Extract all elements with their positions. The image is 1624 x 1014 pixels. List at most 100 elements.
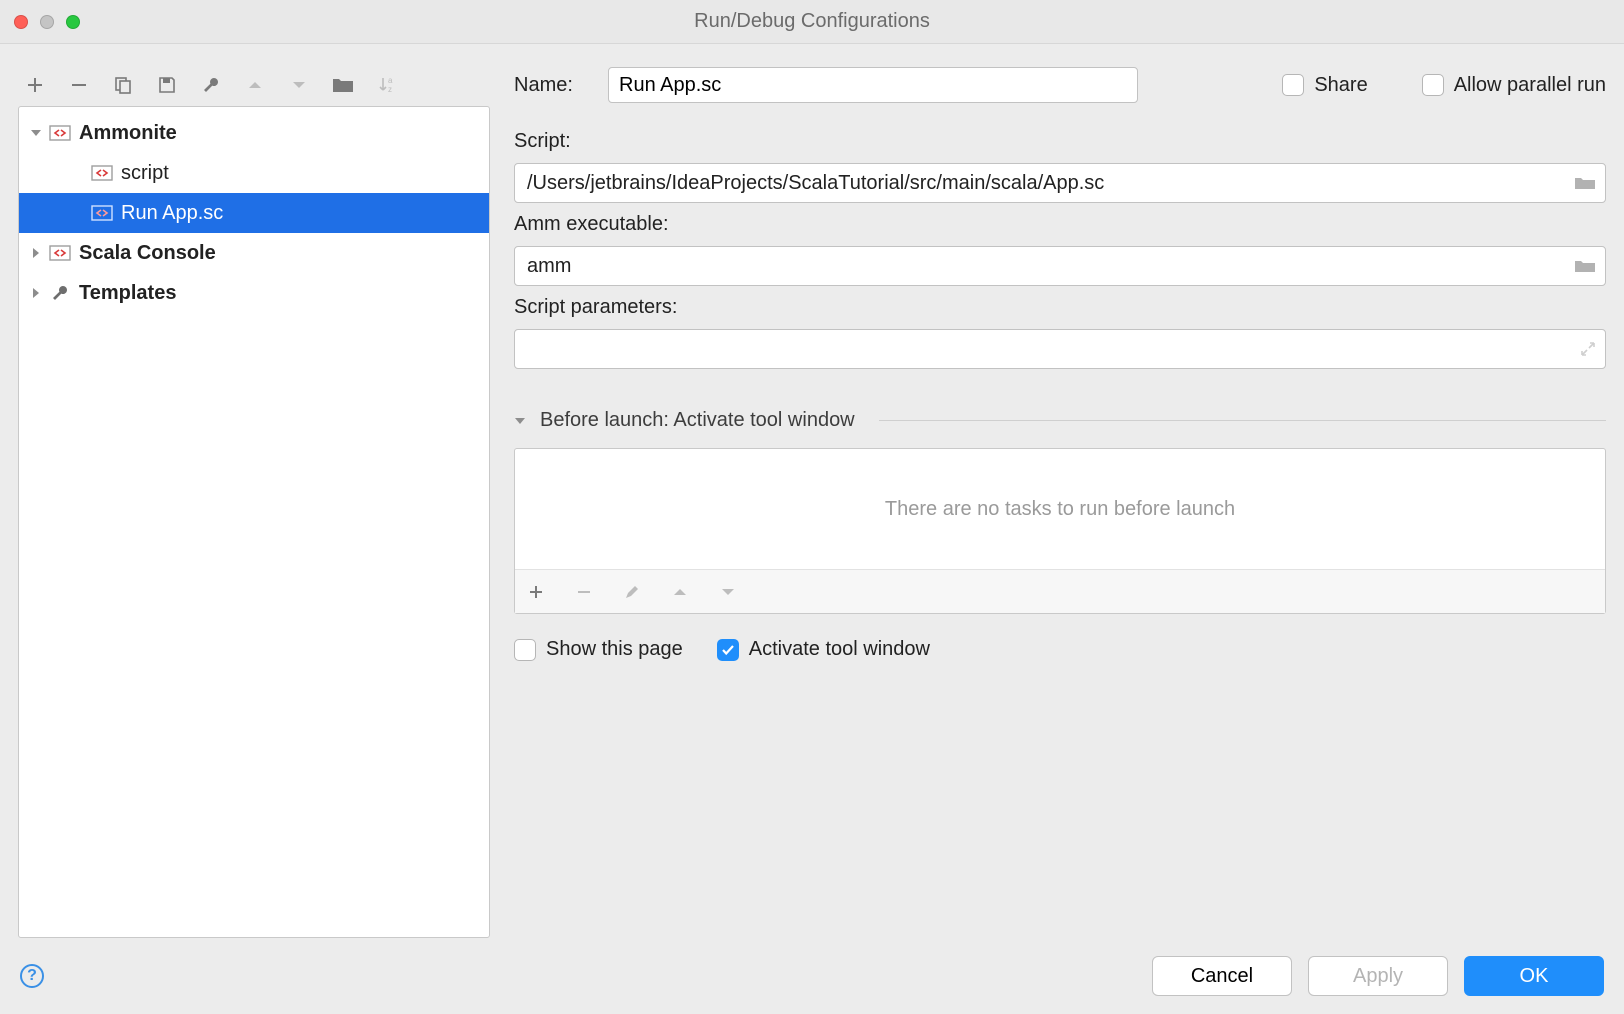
window-minimize-button[interactable] xyxy=(40,15,54,29)
tree-group-templates[interactable]: Templates xyxy=(19,273,489,313)
dialog-footer: ? Cancel Apply OK xyxy=(0,938,1624,1014)
window-close-button[interactable] xyxy=(14,15,28,29)
cancel-button[interactable]: Cancel xyxy=(1152,956,1292,996)
tree-node-label: script xyxy=(121,162,169,185)
collapse-icon xyxy=(514,415,526,427)
before-launch-title: Before launch: Activate tool window xyxy=(540,409,855,432)
tree-node-label: Run App.sc xyxy=(121,202,223,225)
wrench-icon xyxy=(49,284,71,302)
folder-open-icon xyxy=(1574,175,1596,191)
script-input[interactable] xyxy=(514,163,1606,203)
move-down-button[interactable] xyxy=(288,74,310,96)
tree-node-label: Ammonite xyxy=(79,122,177,145)
config-icon xyxy=(49,244,71,262)
show-page-label: Show this page xyxy=(546,638,683,661)
window-zoom-button[interactable] xyxy=(66,15,80,29)
wrench-icon xyxy=(201,75,221,95)
tree-node-label: Scala Console xyxy=(79,242,216,265)
chevron-up-icon xyxy=(673,585,687,599)
folder-icon xyxy=(332,76,354,94)
name-input[interactable] xyxy=(608,67,1138,103)
add-config-button[interactable] xyxy=(24,74,46,96)
check-icon xyxy=(721,643,735,657)
tree-group-scala-console[interactable]: Scala Console xyxy=(19,233,489,273)
divider xyxy=(879,420,1606,421)
chevron-down-icon xyxy=(291,77,307,93)
save-config-button[interactable] xyxy=(156,74,178,96)
name-label: Name: xyxy=(514,74,590,97)
titlebar: Run/Debug Configurations xyxy=(0,0,1624,44)
minus-icon xyxy=(70,76,88,94)
config-editor: Name: Share Allow parallel run Script: A… xyxy=(514,64,1606,938)
params-input[interactable] xyxy=(514,329,1606,369)
edit-task-button[interactable] xyxy=(621,581,643,603)
remove-task-button[interactable] xyxy=(573,581,595,603)
tasks-toolbar xyxy=(515,569,1605,613)
chevron-down-icon xyxy=(721,585,735,599)
folder-open-icon xyxy=(1574,258,1596,274)
parallel-label: Allow parallel run xyxy=(1454,74,1606,97)
parallel-checkbox-row[interactable]: Allow parallel run xyxy=(1422,74,1606,97)
save-icon xyxy=(157,75,177,95)
parallel-checkbox[interactable] xyxy=(1422,74,1444,96)
left-panel: az Ammonite script Run App.sc Scala Cons… xyxy=(18,64,490,938)
plus-icon xyxy=(528,584,544,600)
activate-window-row[interactable]: Activate tool window xyxy=(717,638,930,661)
browse-script-button[interactable] xyxy=(1574,175,1596,191)
configurations-tree[interactable]: Ammonite script Run App.sc Scala Console… xyxy=(18,106,490,938)
window-controls xyxy=(14,15,80,29)
help-button[interactable]: ? xyxy=(20,964,44,988)
show-page-row[interactable]: Show this page xyxy=(514,638,683,661)
amm-input[interactable] xyxy=(514,246,1606,286)
config-icon xyxy=(91,204,113,222)
activate-window-label: Activate tool window xyxy=(749,638,930,661)
remove-config-button[interactable] xyxy=(68,74,90,96)
edit-defaults-button[interactable] xyxy=(200,74,222,96)
copy-config-button[interactable] xyxy=(112,74,134,96)
svg-text:z: z xyxy=(388,85,392,94)
chevron-up-icon xyxy=(247,77,263,93)
config-form: Script: Amm executable: Script parameter… xyxy=(514,130,1606,369)
move-up-button[interactable] xyxy=(244,74,266,96)
launch-options: Show this page Activate tool window xyxy=(514,638,1606,661)
pencil-icon xyxy=(624,584,640,600)
tasks-empty-text: There are no tasks to run before launch xyxy=(515,449,1605,569)
minus-icon xyxy=(576,584,592,600)
share-checkbox-row[interactable]: Share xyxy=(1282,74,1367,97)
collapse-icon xyxy=(29,246,43,260)
script-label: Script: xyxy=(514,130,1606,153)
svg-text:a: a xyxy=(388,76,393,85)
tree-node-label: Templates xyxy=(79,282,176,305)
ok-button[interactable]: OK xyxy=(1464,956,1604,996)
plus-icon xyxy=(26,76,44,94)
copy-icon xyxy=(113,75,133,95)
params-label: Script parameters: xyxy=(514,296,1606,319)
tree-item-run-app[interactable]: Run App.sc xyxy=(19,193,489,233)
collapse-icon xyxy=(29,286,43,300)
config-toolbar: az xyxy=(18,64,490,106)
share-label: Share xyxy=(1314,74,1367,97)
tree-group-ammonite[interactable]: Ammonite xyxy=(19,113,489,153)
share-checkbox[interactable] xyxy=(1282,74,1304,96)
tasks-list: There are no tasks to run before launch xyxy=(514,448,1606,614)
apply-button[interactable]: Apply xyxy=(1308,956,1448,996)
dialog-content: az Ammonite script Run App.sc Scala Cons… xyxy=(0,44,1624,938)
browse-amm-button[interactable] xyxy=(1574,258,1596,274)
task-up-button[interactable] xyxy=(669,581,691,603)
show-page-checkbox[interactable] xyxy=(514,639,536,661)
sort-button[interactable]: az xyxy=(376,74,398,96)
before-launch-section: Before launch: Activate tool window Ther… xyxy=(514,409,1606,661)
expand-params-button[interactable] xyxy=(1580,341,1596,357)
amm-label: Amm executable: xyxy=(514,213,1606,236)
before-launch-header[interactable]: Before launch: Activate tool window xyxy=(514,409,1606,432)
task-down-button[interactable] xyxy=(717,581,739,603)
expand-icon xyxy=(29,126,43,140)
config-icon xyxy=(91,164,113,182)
name-row: Name: Share Allow parallel run xyxy=(514,64,1606,106)
activate-window-checkbox[interactable] xyxy=(717,639,739,661)
add-task-button[interactable] xyxy=(525,581,547,603)
config-icon xyxy=(49,124,71,142)
tree-item-script[interactable]: script xyxy=(19,153,489,193)
window-title: Run/Debug Configurations xyxy=(0,10,1624,33)
folder-button[interactable] xyxy=(332,74,354,96)
